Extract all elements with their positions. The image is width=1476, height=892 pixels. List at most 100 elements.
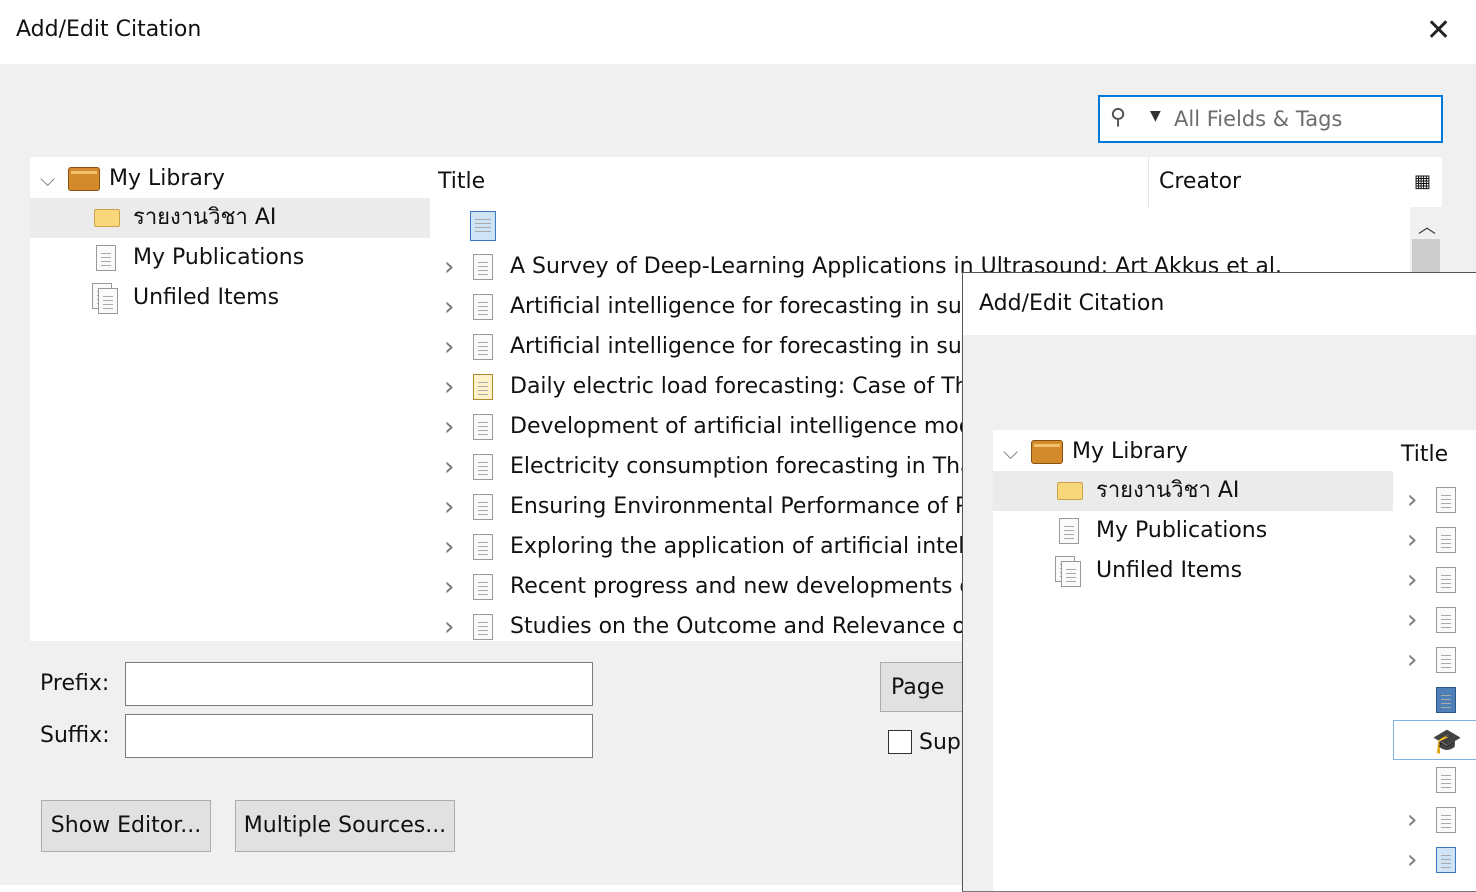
document-icon bbox=[1436, 487, 1456, 513]
chevron-right-icon[interactable]: › bbox=[444, 567, 454, 607]
tree-item-label: Unfiled Items bbox=[133, 285, 280, 310]
dialog-title: Add/Edit Citation bbox=[16, 17, 202, 42]
second-tree-item-collection[interactable]: รายงานวิชา AI bbox=[993, 471, 1393, 511]
folder-icon bbox=[1057, 482, 1083, 500]
tree-item-label: Unfiled Items bbox=[1096, 558, 1243, 583]
second-collection-tree: ⌵ My Library รายงานวิชา AI My Publicatio… bbox=[993, 430, 1393, 891]
title-bar: Add/Edit Citation ✕ bbox=[0, 0, 1476, 64]
show-editor-button[interactable]: Show Editor... bbox=[41, 800, 211, 852]
chevron-right-icon[interactable]: › bbox=[444, 247, 454, 287]
chevron-right-icon[interactable]: › bbox=[1407, 600, 1417, 640]
second-column-header-title[interactable]: Title bbox=[1401, 442, 1448, 467]
chevron-right-icon[interactable]: › bbox=[444, 327, 454, 367]
second-tree-item-my-publications[interactable]: My Publications bbox=[993, 511, 1393, 551]
second-item-row[interactable]: › bbox=[1393, 800, 1476, 840]
column-header-creator[interactable]: Creator bbox=[1149, 157, 1409, 207]
chevron-right-icon[interactable]: › bbox=[444, 527, 454, 567]
publications-icon bbox=[1059, 518, 1079, 544]
chevron-down-icon[interactable]: ⌵ bbox=[1003, 432, 1018, 472]
document-icon bbox=[473, 254, 493, 280]
suffix-input[interactable] bbox=[125, 714, 593, 758]
second-title-bar: Add/Edit Citation bbox=[963, 273, 1476, 335]
chevron-right-icon[interactable]: › bbox=[444, 367, 454, 407]
tree-item-label: รายงานวิชา AI bbox=[133, 205, 277, 230]
suppress-author-checkbox[interactable] bbox=[888, 730, 912, 754]
tree-item-label: My Publications bbox=[1096, 518, 1268, 543]
scroll-up-arrow-icon[interactable]: ︿ bbox=[1418, 213, 1436, 239]
item-row[interactable] bbox=[430, 207, 1410, 247]
prefix-label: Prefix: bbox=[40, 671, 110, 696]
chevron-right-icon[interactable]: › bbox=[1407, 840, 1417, 880]
tree-item-my-library[interactable]: ⌵ My Library bbox=[30, 159, 430, 199]
tree-item-label: รายงานวิชา AI bbox=[1096, 478, 1240, 503]
chevron-right-icon[interactable]: › bbox=[444, 487, 454, 527]
document-icon bbox=[1436, 607, 1456, 633]
second-item-row[interactable]: › bbox=[1393, 560, 1476, 600]
folder-icon bbox=[94, 209, 120, 227]
search-icon: ⚲ bbox=[1110, 105, 1127, 130]
tree-item-label: My Library bbox=[1072, 439, 1188, 464]
second-item-row[interactable] bbox=[1393, 680, 1476, 720]
second-dialog-title: Add/Edit Citation bbox=[979, 291, 1165, 316]
thesis-icon: 🎓 bbox=[1432, 727, 1462, 755]
close-icon[interactable]: ✕ bbox=[1426, 16, 1451, 46]
chevron-right-icon[interactable]: › bbox=[444, 607, 454, 641]
tree-item-my-publications[interactable]: My Publications bbox=[30, 238, 430, 278]
column-header-title-label: Title bbox=[438, 169, 486, 194]
collection-tree: ⌵ My Library รายงานวิชา AI My Publicatio… bbox=[30, 157, 430, 641]
prefix-input[interactable] bbox=[125, 662, 593, 706]
chevron-right-icon[interactable]: › bbox=[444, 447, 454, 487]
document-icon bbox=[473, 534, 493, 560]
unfiled-items-icon-back bbox=[1061, 561, 1081, 587]
document-icon bbox=[473, 334, 493, 360]
chevron-right-icon[interactable]: › bbox=[1407, 560, 1417, 600]
second-tree-item-my-library[interactable]: ⌵ My Library bbox=[993, 432, 1393, 472]
tree-item-label: My Library bbox=[109, 166, 225, 191]
suppress-author-label: Sup bbox=[919, 730, 961, 755]
presentation-icon bbox=[473, 374, 493, 400]
chevron-right-icon[interactable]: › bbox=[444, 287, 454, 327]
search-input[interactable]: ⚲ ▼ All Fields & Tags bbox=[1098, 95, 1443, 143]
second-item-row[interactable] bbox=[1393, 760, 1476, 800]
chevron-right-icon[interactable]: › bbox=[444, 407, 454, 447]
column-header-title[interactable]: Title bbox=[430, 157, 1149, 207]
web-page-icon bbox=[1436, 847, 1456, 873]
second-items-list: Title › › › › › 🎓 › › bbox=[1393, 430, 1476, 891]
chevron-right-icon[interactable]: › bbox=[1407, 520, 1417, 560]
second-item-row[interactable]: › bbox=[1393, 520, 1476, 560]
publications-icon bbox=[96, 245, 116, 271]
unfiled-items-icon-back bbox=[98, 288, 118, 314]
chevron-right-icon[interactable]: › bbox=[1407, 640, 1417, 680]
tree-item-label: My Publications bbox=[133, 245, 305, 270]
document-icon bbox=[473, 494, 493, 520]
second-tree-item-unfiled-items[interactable]: Unfiled Items bbox=[993, 551, 1393, 591]
chevron-down-icon[interactable]: ⌵ bbox=[40, 159, 55, 199]
second-item-row[interactable]: › bbox=[1393, 640, 1476, 680]
document-icon bbox=[1436, 807, 1456, 833]
multiple-sources-label: Multiple Sources... bbox=[243, 813, 447, 838]
tree-item-unfiled-items[interactable]: Unfiled Items bbox=[30, 278, 430, 318]
tree-item-collection[interactable]: รายงานวิชา AI bbox=[30, 198, 430, 238]
document-icon bbox=[473, 414, 493, 440]
suffix-label: Suffix: bbox=[40, 723, 110, 748]
chevron-right-icon[interactable]: › bbox=[1407, 800, 1417, 840]
column-picker-icon[interactable]: ▦ bbox=[1414, 171, 1431, 192]
locator-select-value: Page bbox=[891, 675, 945, 700]
document-icon bbox=[1436, 647, 1456, 673]
document-icon bbox=[473, 574, 493, 600]
search-placeholder: All Fields & Tags bbox=[1174, 107, 1343, 131]
second-add-edit-citation-dialog: Add/Edit Citation ⌵ My Library รายงานวิช… bbox=[962, 272, 1476, 892]
document-icon bbox=[1436, 567, 1456, 593]
search-mode-dropdown-icon[interactable]: ▼ bbox=[1150, 108, 1161, 124]
column-header-creator-label: Creator bbox=[1159, 169, 1242, 194]
multiple-sources-button[interactable]: Multiple Sources... bbox=[235, 800, 455, 852]
chevron-right-icon[interactable]: › bbox=[1407, 480, 1417, 520]
second-item-row[interactable]: › bbox=[1393, 840, 1476, 880]
document-icon bbox=[1436, 527, 1456, 553]
book-icon bbox=[1436, 687, 1456, 713]
second-item-row[interactable]: 🎓 bbox=[1393, 720, 1476, 760]
second-item-row[interactable]: › bbox=[1393, 480, 1476, 520]
second-item-row[interactable]: › bbox=[1393, 600, 1476, 640]
document-icon bbox=[473, 294, 493, 320]
library-icon bbox=[1031, 440, 1063, 464]
